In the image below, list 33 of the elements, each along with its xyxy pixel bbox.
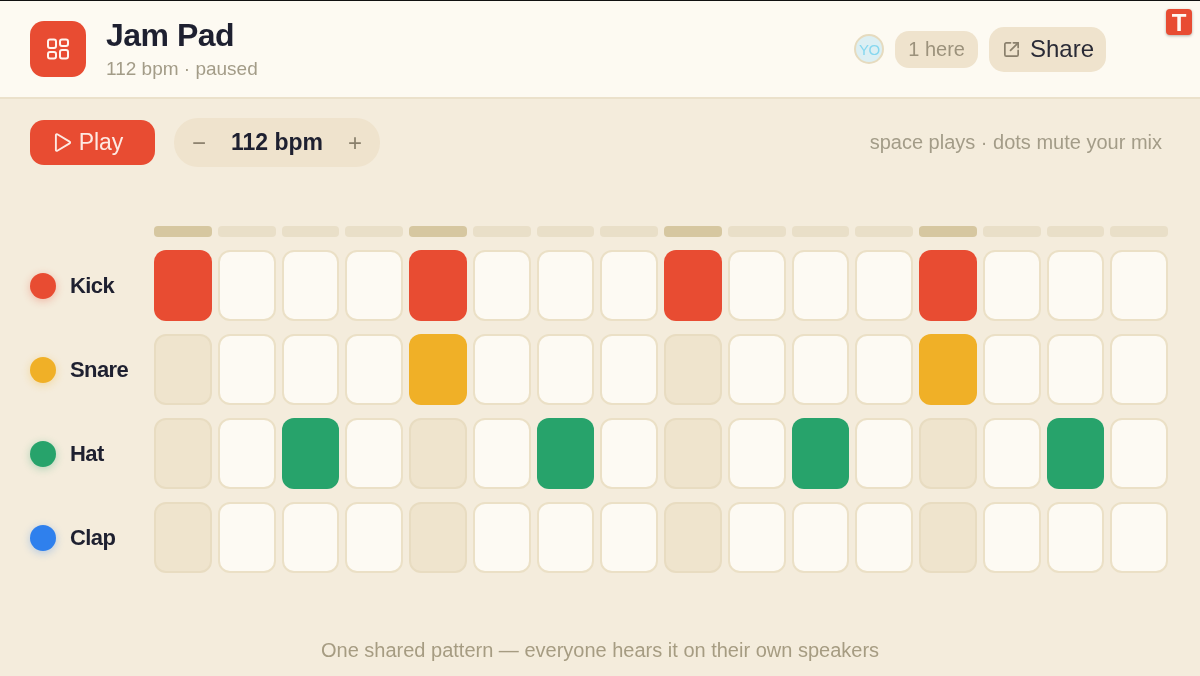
track-name: Clap bbox=[70, 524, 116, 551]
step-pad[interactable] bbox=[409, 250, 467, 321]
app-title: Jam Pad bbox=[106, 17, 235, 53]
track-name: Hat bbox=[70, 440, 104, 467]
tempo-value: 112 bpm bbox=[230, 129, 323, 156]
play-icon bbox=[53, 133, 71, 152]
play-button[interactable]: Play bbox=[30, 120, 155, 165]
external-link-icon bbox=[1001, 39, 1021, 59]
step-pad[interactable] bbox=[1046, 418, 1105, 489]
step-pad[interactable] bbox=[919, 334, 977, 405]
footer-note: One shared pattern — everyone hears it on their own speakers bbox=[320, 639, 880, 662]
step-pad[interactable] bbox=[791, 418, 850, 489]
increase-button[interactable]: + bbox=[343, 128, 366, 157]
step-pad[interactable] bbox=[281, 418, 340, 489]
track-name: Snare bbox=[70, 356, 129, 383]
decrease-button[interactable]: − bbox=[188, 128, 210, 157]
corner-logo[interactable]: T bbox=[1166, 9, 1192, 35]
track-name: Kick bbox=[70, 272, 115, 299]
app-subtitle: 112 bpm · paused bbox=[106, 57, 258, 81]
track-dot-icon[interactable] bbox=[30, 272, 56, 299]
step-pad[interactable] bbox=[154, 250, 212, 321]
step-pad[interactable] bbox=[919, 250, 977, 321]
share-button[interactable]: Share bbox=[988, 26, 1106, 72]
keyboard-hint: space plays · dots mute your mix bbox=[869, 131, 1162, 154]
step-pad[interactable] bbox=[664, 250, 722, 321]
track-dot-icon[interactable] bbox=[30, 356, 56, 383]
step-pad[interactable] bbox=[536, 418, 595, 489]
layout-grid-icon bbox=[30, 21, 86, 77]
track-dot-icon[interactable] bbox=[30, 440, 56, 467]
user-avatar: YO bbox=[854, 34, 885, 64]
step-pad[interactable] bbox=[409, 334, 467, 405]
presence-count: 1 here bbox=[895, 30, 978, 68]
track-dot-icon[interactable] bbox=[30, 524, 56, 551]
